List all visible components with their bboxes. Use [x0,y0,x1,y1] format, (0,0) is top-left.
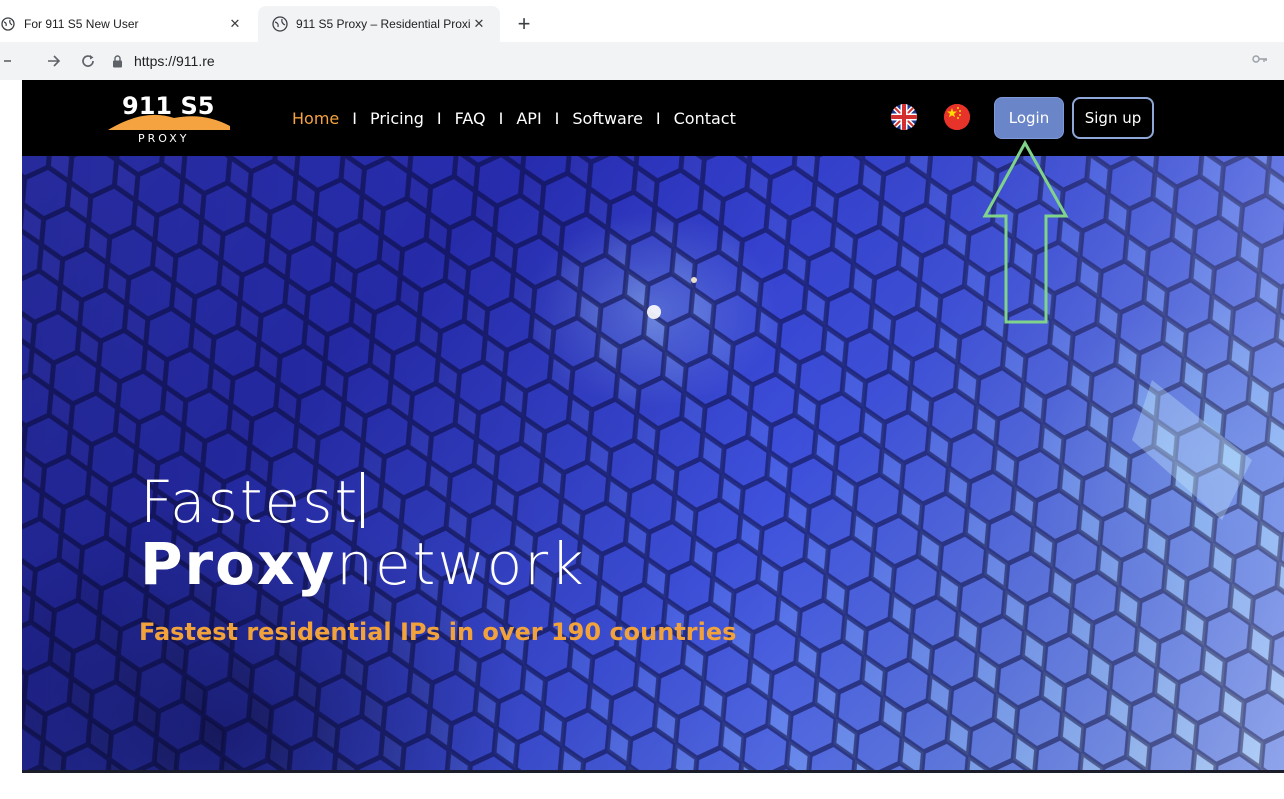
arrow-up-icon [982,140,1069,324]
nav-faq[interactable]: FAQ [455,109,486,128]
tab-title: For 911 S5 New User [24,17,139,31]
logo-text-top: 911 S5 [122,92,214,120]
nav-pricing[interactable]: Pricing [370,109,424,128]
main-nav: Home I Pricing I FAQ I API I Software I … [292,80,736,156]
website-viewport: 911 S5 PROXY Home I Pricing I FAQ I API … [22,80,1284,770]
tab-title: 911 S5 Proxy – Residential Proxie [296,17,470,31]
nav-software[interactable]: Software [572,109,643,128]
tab-new-user[interactable]: For 911 S5 New User ✕ [0,6,256,42]
url-text: https://911.re [134,53,215,69]
globe-icon [272,16,288,32]
reload-icon[interactable] [74,47,102,75]
globe-icon [0,16,16,32]
china-flag-icon[interactable] [944,104,970,130]
hero-tagline: Fastest residential IPs in over 190 coun… [139,618,737,646]
nav-separator: I [498,108,504,128]
tab-911-proxy[interactable]: 911 S5 Proxy – Residential Proxie ✕ [258,6,500,42]
signup-button[interactable]: Sign up [1072,97,1154,139]
key-icon[interactable] [1252,53,1268,69]
browser-tab-strip: For 911 S5 New User ✕ 911 S5 Proxy – Res… [0,0,1284,42]
close-tab-icon[interactable]: ✕ [226,15,244,33]
nav-home[interactable]: Home [292,109,339,128]
hero-title-line-2: Proxynetwork [140,530,586,598]
new-tab-button[interactable]: + [510,10,538,38]
hexagon-pattern [22,80,1284,770]
hero-title-thin: network [336,530,586,598]
lock-icon[interactable] [112,54,126,68]
browser-toolbar: https://911.re [0,42,1284,80]
nav-api[interactable]: API [516,109,541,128]
logo-graphic: 911 S5 PROXY [108,92,230,145]
forward-icon[interactable] [40,47,68,75]
hero-title-line-1: Fastest [140,468,365,536]
login-button[interactable]: Login [994,97,1064,139]
nav-separator: I [436,108,442,128]
address-bar[interactable]: https://911.re [112,47,1272,75]
logo-text-bottom: PROXY [138,132,190,145]
hero-title-bold: Proxy [140,530,337,598]
nav-separator: I [352,108,357,128]
nav-contact[interactable]: Contact [674,109,736,128]
page-bottom-edge [22,770,1284,773]
text-cursor [361,472,365,528]
site-header: 911 S5 PROXY Home I Pricing I FAQ I API … [22,80,1284,156]
close-tab-icon[interactable]: ✕ [470,15,488,33]
site-logo[interactable]: 911 S5 PROXY [104,90,234,146]
back-icon[interactable] [0,47,16,75]
nav-separator: I [554,108,560,128]
nav-separator: I [655,108,661,128]
uk-flag-icon[interactable] [891,104,917,130]
